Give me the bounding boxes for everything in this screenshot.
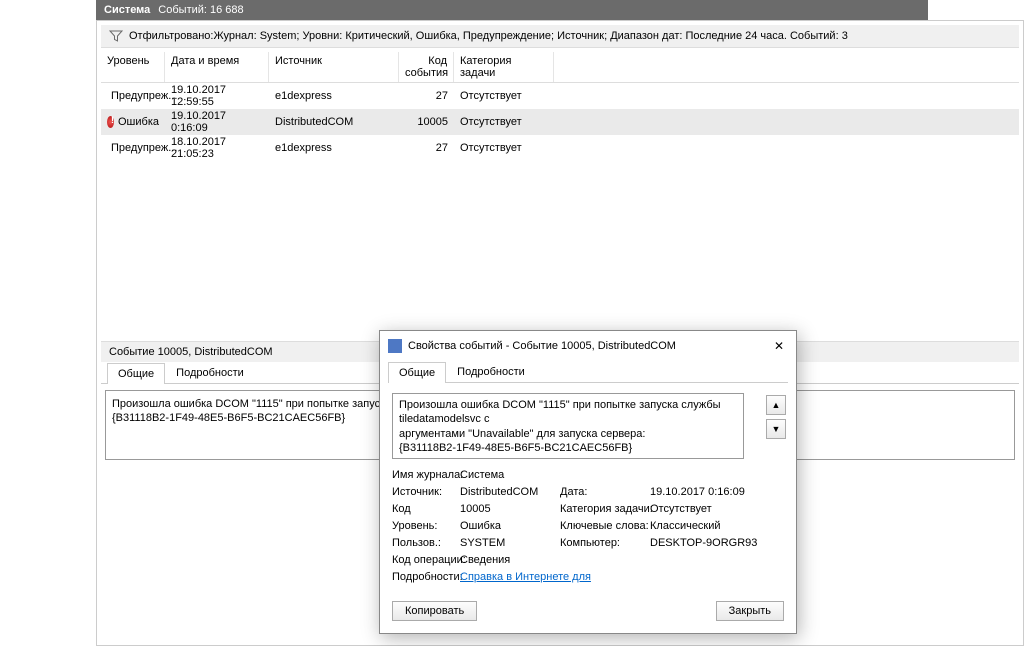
filter-icon [109,29,123,43]
prev-event-button[interactable]: ▲ [766,395,786,415]
event-properties-dialog: Свойства событий - Событие 10005, Distri… [379,330,797,634]
dialog-tab-general[interactable]: Общие [388,362,446,383]
cell-level: Ошибка [118,116,159,128]
dialog-titlebar: Свойства событий - Событие 10005, Distri… [380,331,796,361]
dialog-icon [388,339,402,353]
dlg-msg-line2: аргументами "Unavailable" для запуска се… [399,427,737,441]
cell-id: 10005 [399,109,454,135]
app-name: Система [104,4,150,16]
col-level[interactable]: Уровень [101,52,165,82]
cell-date: 19.10.2017 12:59:55 [165,83,269,109]
table-header: Уровень Дата и время Источник Код событи… [101,52,1019,83]
lbl-help: Подробности: [392,571,460,583]
table-body: Предупреж...19.10.2017 12:59:55e1dexpres… [101,83,1019,161]
table-row[interactable]: Ошибка 19.10.2017 0:16:09DistributedCOM10… [101,109,1019,135]
cell-source: DistributedCOM [269,109,399,135]
table-row[interactable]: Предупреж...18.10.2017 21:05:23e1dexpres… [101,135,1019,161]
help-link[interactable]: Справка в Интернете для [460,571,591,583]
table-row[interactable]: Предупреж...19.10.2017 12:59:55e1dexpres… [101,83,1019,109]
lbl-computer: Компьютер: [560,537,650,549]
dlg-msg-line3: {B31118B2-1F49-48E5-B6F5-BC21CAEC56FB} [399,441,737,455]
cell-category: Отсутствует [454,109,554,135]
table-empty-area [101,161,1019,341]
error-icon [107,116,114,128]
val-category: Отсутствует [650,503,760,515]
lbl-opcode: Код операции: [392,554,460,566]
titlebar: Система Событий: 16 688 [96,0,928,20]
dialog-footer: Копировать Закрыть [380,593,796,633]
dialog-content: Произошла ошибка DCOM "1115" при попытке… [380,383,796,593]
val-opcode: Сведения [460,554,760,566]
tab-details[interactable]: Подробности [165,362,255,383]
next-event-button[interactable]: ▼ [766,419,786,439]
cell-category: Отсутствует [454,135,554,161]
filter-text: Отфильтровано:Журнал: System; Уровни: Кр… [129,30,848,42]
val-log: Система [460,469,760,481]
events-label: Событий: [158,4,207,16]
cell-id: 27 [399,135,454,161]
events-count: 16 688 [210,4,244,16]
nav-arrows: ▲ ▼ [766,395,786,439]
val-computer: DESKTOP-9ORGR93 [650,537,760,549]
lbl-log: Имя журнала: [392,469,460,481]
dialog-message: Произошла ошибка DCOM "1115" при попытке… [392,393,744,459]
lbl-user: Пользов.: [392,537,460,549]
col-category[interactable]: Категория задачи [454,52,554,82]
lbl-keywords: Ключевые слова: [560,520,650,532]
cell-date: 18.10.2017 21:05:23 [165,135,269,161]
dialog-tab-details[interactable]: Подробности [446,361,536,382]
cell-source: e1dexpress [269,83,399,109]
cell-category: Отсутствует [454,83,554,109]
lbl-date: Дата: [560,486,650,498]
copy-button[interactable]: Копировать [392,601,477,621]
val-user: SYSTEM [460,537,560,549]
dlg-msg-line1: Произошла ошибка DCOM "1115" при попытке… [399,398,737,427]
cell-id: 27 [399,83,454,109]
val-id: 10005 [460,503,560,515]
val-level: Ошибка [460,520,560,532]
lbl-id: Код [392,503,460,515]
col-source[interactable]: Источник [269,52,399,82]
col-id[interactable]: Код события [399,52,454,82]
dialog-title: Свойства событий - Событие 10005, Distri… [408,340,676,352]
tab-general[interactable]: Общие [107,363,165,384]
col-date[interactable]: Дата и время [165,52,269,82]
dialog-tabs: Общие Подробности [388,361,788,383]
event-table: Уровень Дата и время Источник Код событи… [101,52,1019,161]
close-icon[interactable]: ✕ [770,337,788,355]
val-help: Справка в Интернете для [460,571,760,583]
cell-date: 19.10.2017 0:16:09 [165,109,269,135]
lbl-level: Уровень: [392,520,460,532]
dialog-fields: Имя журнала: Система Источник: Distribut… [392,469,744,583]
cell-source: e1dexpress [269,135,399,161]
val-date: 19.10.2017 0:16:09 [650,486,760,498]
filter-row: Отфильтровано:Журнал: System; Уровни: Кр… [101,25,1019,48]
close-button[interactable]: Закрыть [716,601,784,621]
lbl-category: Категория задачи: [560,503,650,515]
val-source: DistributedCOM [460,486,560,498]
val-keywords: Классический [650,520,760,532]
lbl-source: Источник: [392,486,460,498]
